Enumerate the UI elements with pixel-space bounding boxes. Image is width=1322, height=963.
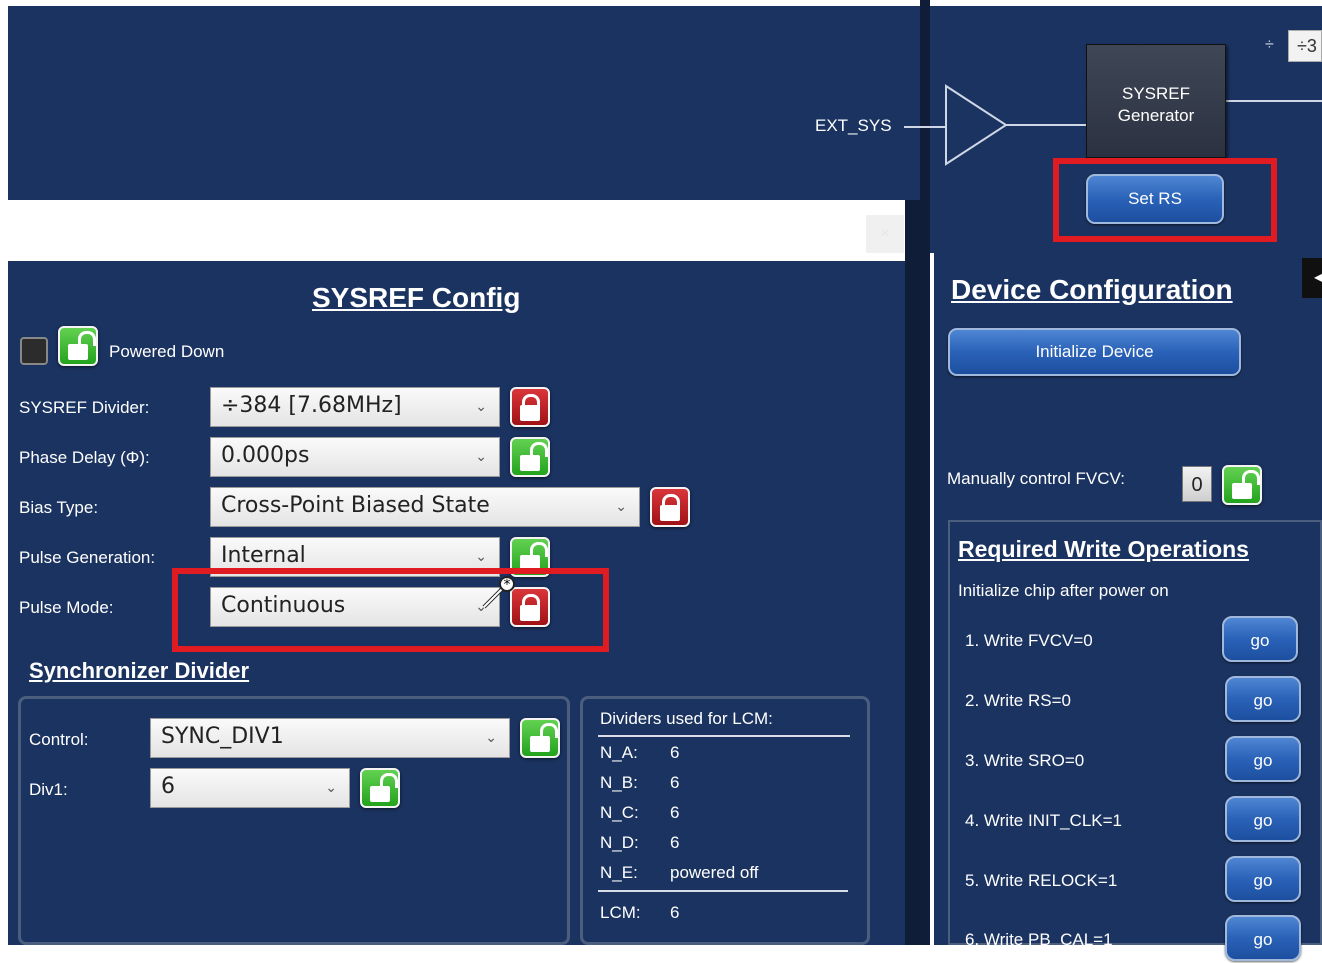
dialog-gap <box>905 200 920 945</box>
lcm-title: Dividers used for LCM: <box>600 709 773 728</box>
svg-text:*: * <box>504 577 511 593</box>
lcm-result-value: 6 <box>670 903 680 922</box>
step-label: 2. Write RS=0 <box>965 691 1071 710</box>
fvcv-label: Manually control FVCV: <box>947 469 1125 488</box>
lcm-divider-bottom <box>598 890 848 892</box>
lcm-key: N_E: <box>600 863 638 882</box>
lcm-key: N_B: <box>600 773 638 792</box>
ext-sys-label: EXT_SYS <box>815 116 892 135</box>
powered-down-checkbox[interactable] <box>20 337 48 365</box>
diagram-canvas <box>8 6 920 200</box>
divider-value-box[interactable]: ÷3 <box>1288 30 1322 62</box>
step-label: 3. Write SRO=0 <box>965 751 1085 770</box>
powered-down-label: Powered Down <box>109 342 225 361</box>
lcm-key: N_D: <box>600 833 639 852</box>
rwo-subtitle: Initialize chip after power on <box>958 581 1169 600</box>
step-label: 5. Write RELOCK=1 <box>965 871 1118 890</box>
sysref-divider-value: ÷384 [7.68MHz] <box>221 393 402 418</box>
pulse-generation-value: Internal <box>221 543 306 568</box>
step-label: 4. Write INIT_CLK=1 <box>965 811 1122 830</box>
bias-type-value: Cross-Point Biased State <box>221 493 490 518</box>
chevron-down-icon: ⌄ <box>475 399 487 415</box>
generator-line2: Generator <box>1117 106 1195 125</box>
go-button[interactable]: go <box>1225 856 1301 902</box>
bias-type-select[interactable]: Cross-Point Biased State ⌄ <box>210 487 640 527</box>
sysref-divider-label: SYSREF Divider: <box>19 398 150 417</box>
device-config-title: Device Configuration <box>951 274 1233 305</box>
locked-icon[interactable] <box>510 387 550 427</box>
fvcv-value-field[interactable]: 0 <box>1182 466 1212 502</box>
chevron-down-icon: ⌄ <box>475 449 487 465</box>
sync-divider-title: Synchronizer Divider <box>29 658 250 683</box>
pulse-mode-label: Pulse Mode: <box>19 598 114 617</box>
lcm-value: 6 <box>670 773 680 792</box>
go-button[interactable]: go <box>1225 676 1301 722</box>
input-wire <box>904 126 946 128</box>
required-write-ops-title: Required Write Operations <box>958 536 1249 562</box>
generator-output-wire <box>1224 100 1322 102</box>
sysref-divider-select[interactable]: ÷384 [7.68MHz] ⌄ <box>210 387 500 427</box>
unlocked-icon[interactable] <box>58 326 98 366</box>
dialog-titlebar <box>8 200 905 261</box>
lcm-value: 6 <box>670 743 680 762</box>
lcm-value: 6 <box>670 833 680 852</box>
go-button[interactable]: go <box>1225 915 1301 961</box>
highlight-set-rs <box>1053 158 1277 242</box>
highlight-pulse-mode <box>172 568 609 652</box>
div1-value: 6 <box>161 774 175 799</box>
pulse-generation-label: Pulse Generation: <box>19 548 156 567</box>
go-button[interactable]: go <box>1222 616 1298 662</box>
div1-select[interactable]: 6 ⌄ <box>150 768 350 808</box>
buffer-output-wire <box>1006 124 1086 126</box>
chevron-down-icon: ⌄ <box>485 730 497 746</box>
collapse-arrow-icon[interactable]: ◂ <box>1302 258 1322 298</box>
divide-symbol: ÷ <box>1265 36 1274 53</box>
phase-delay-select[interactable]: 0.000ps ⌄ <box>210 437 500 477</box>
bias-type-label: Bias Type: <box>19 498 99 517</box>
unlocked-icon[interactable] <box>1222 465 1262 505</box>
div1-label: Div1: <box>29 780 68 799</box>
lcm-result-label: LCM: <box>600 903 641 922</box>
lcm-key: N_C: <box>600 803 639 822</box>
locked-icon[interactable] <box>650 487 690 527</box>
control-label: Control: <box>29 730 89 749</box>
phase-delay-value: 0.000ps <box>221 443 310 468</box>
buffer-triangle-icon <box>945 84 1008 166</box>
control-value: SYNC_DIV1 <box>161 724 284 749</box>
step-label: 1. Write FVCV=0 <box>965 631 1093 650</box>
dialog-title: SYSREF Config <box>312 282 521 313</box>
sysref-generator-block[interactable]: SYSREF Generator <box>1086 44 1226 158</box>
go-button[interactable]: go <box>1225 796 1301 842</box>
phase-delay-label: Phase Delay (Φ): <box>19 448 150 467</box>
generator-line1: SYSREF <box>1121 84 1191 103</box>
chevron-down-icon: ⌄ <box>325 780 337 796</box>
chevron-down-icon: ⌄ <box>615 499 627 515</box>
initialize-device-button[interactable]: Initialize Device <box>948 328 1241 376</box>
panel-separator <box>920 0 930 945</box>
control-select[interactable]: SYNC_DIV1 ⌄ <box>150 718 510 758</box>
go-button[interactable]: go <box>1225 736 1301 782</box>
lcm-value: powered off <box>670 863 759 882</box>
step-label: 6. Write PB_CAL=1 <box>965 930 1113 949</box>
lcm-value: 6 <box>670 803 680 822</box>
lcm-key: N_A: <box>600 743 638 762</box>
cursor-icon: * <box>482 576 515 609</box>
unlocked-icon[interactable] <box>360 768 400 808</box>
unlocked-icon[interactable] <box>520 718 560 758</box>
unlocked-icon[interactable] <box>510 437 550 477</box>
close-icon[interactable]: × <box>866 215 904 253</box>
lcm-divider-top <box>598 735 850 737</box>
